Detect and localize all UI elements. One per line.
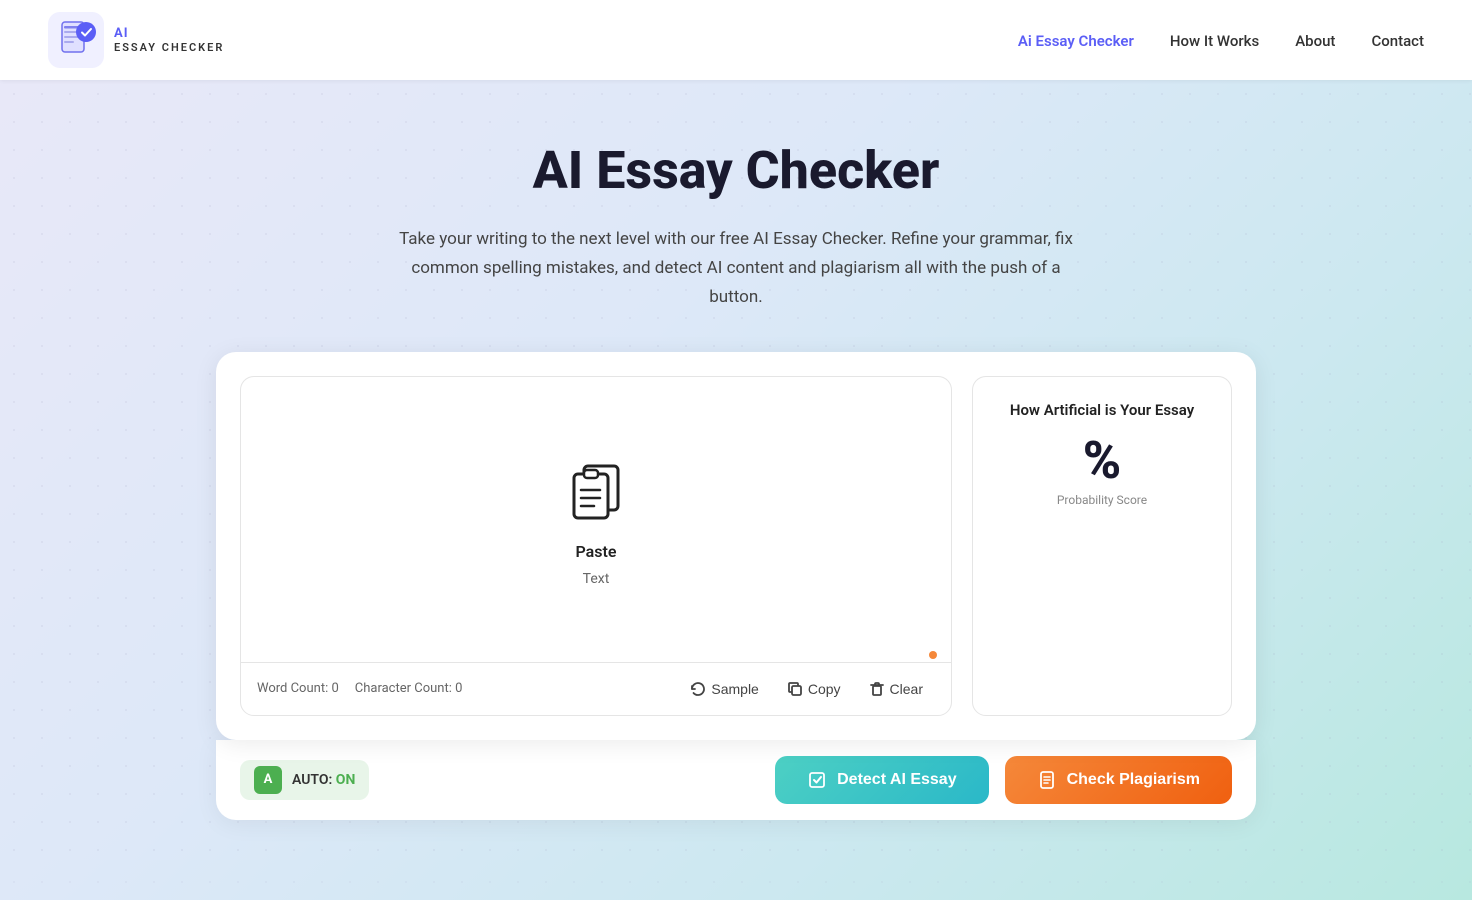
text-footer: Word Count: 0 Character Count: 0 (241, 662, 951, 715)
hero-subtitle: Take your writing to the next level with… (386, 225, 1086, 312)
score-title: How Artificial is Your Essay (1010, 401, 1194, 419)
detect-icon (807, 770, 827, 790)
copy-button[interactable]: Copy (775, 675, 853, 703)
auto-status: ON (336, 772, 356, 788)
copy-label: Copy (808, 681, 841, 697)
clear-label: Clear (890, 681, 923, 697)
sample-label: Sample (711, 681, 758, 697)
text-panel: Paste Text Word Count: 0 Character Count… (240, 376, 952, 716)
auto-badge: A AUTO: ON (240, 760, 369, 800)
char-count: Character Count: 0 (355, 681, 463, 696)
score-label: Probability Score (1057, 493, 1147, 507)
logo: AI ESSAY CHECKER (48, 12, 224, 68)
auto-text: AUTO: ON (292, 772, 355, 788)
main-card: Paste Text Word Count: 0 Character Count… (216, 352, 1256, 740)
copy-icon (787, 681, 803, 697)
plagiarism-icon (1037, 770, 1057, 790)
nav-item-contact[interactable]: Contact (1371, 31, 1424, 50)
nav-item-checker[interactable]: Ai Essay Checker (1018, 31, 1134, 50)
hero-section: AI Essay Checker Take your writing to th… (0, 80, 1472, 860)
detect-label: Detect AI Essay (837, 771, 956, 789)
hero-title: AI Essay Checker (48, 140, 1424, 201)
logo-icon (48, 12, 104, 68)
score-value: % (1083, 435, 1122, 487)
nav-link-checker[interactable]: Ai Essay Checker (1018, 32, 1134, 50)
nav-item-about[interactable]: About (1295, 31, 1335, 50)
text-actions: Sample Copy (678, 675, 935, 703)
clear-icon (869, 681, 885, 697)
navbar: AI ESSAY CHECKER Ai Essay Checker How It… (0, 0, 1472, 80)
logo-ai-label: AI (114, 26, 224, 42)
bottom-bar: A AUTO: ON Detect (216, 740, 1256, 820)
essay-input[interactable] (241, 377, 951, 662)
clear-button[interactable]: Clear (857, 675, 935, 703)
plagiarism-button[interactable]: Check Plagiarism (1005, 756, 1232, 804)
word-count: Word Count: 0 (257, 681, 339, 696)
detect-ai-button[interactable]: Detect AI Essay (775, 756, 988, 804)
nav-link-about[interactable]: About (1295, 32, 1335, 50)
nav-link-contact[interactable]: Contact (1371, 32, 1424, 50)
logo-text: AI ESSAY CHECKER (114, 26, 224, 55)
nav-links: Ai Essay Checker How It Works About Cont… (1018, 31, 1424, 50)
auto-label: AUTO: (292, 772, 332, 788)
nav-item-how[interactable]: How It Works (1170, 31, 1259, 50)
text-area-wrapper[interactable]: Paste Text (241, 377, 951, 662)
sample-icon (690, 681, 706, 697)
nav-link-how[interactable]: How It Works (1170, 32, 1259, 50)
logo-product-label: ESSAY CHECKER (114, 41, 224, 54)
score-panel: How Artificial is Your Essay % Probabili… (972, 376, 1232, 716)
auto-icon: A (254, 766, 282, 794)
action-buttons: Detect AI Essay Check Plagiarism (775, 756, 1232, 804)
plagiarism-label: Check Plagiarism (1067, 771, 1200, 789)
sample-button[interactable]: Sample (678, 675, 770, 703)
word-count-area: Word Count: 0 Character Count: 0 (257, 681, 462, 696)
